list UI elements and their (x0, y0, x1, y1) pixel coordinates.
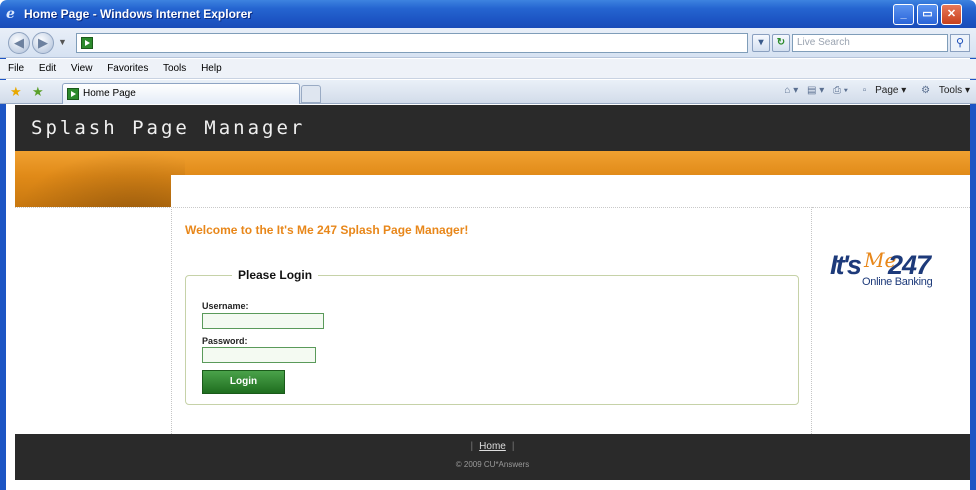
live-search-input[interactable]: Live Search (792, 34, 948, 52)
tab-bar: ★ ★ Home Page ⌂ ▾ ▤ ▾ ⎙ ▾ ▫ Page ▾ ⚙ Too… (0, 80, 976, 104)
logo-tagline: Online Banking (862, 276, 933, 288)
login-fieldset: Please Login Username: Password: Login (185, 268, 799, 405)
window-title: Home Page - Windows Internet Explorer (24, 7, 252, 21)
menu-edit[interactable]: Edit (39, 63, 56, 74)
footer-separator: | (511, 441, 515, 452)
close-button[interactable]: ✕ (941, 4, 962, 25)
page-icon: ▫ (862, 85, 867, 96)
right-column: It's Me 247 Online Banking (812, 207, 970, 434)
welcome-heading: Welcome to the It's Me 247 Splash Page M… (185, 223, 469, 237)
gear-icon: ⚙ (921, 85, 931, 96)
search-icon[interactable]: ⚲ (950, 34, 970, 52)
login-legend: Please Login (232, 268, 319, 282)
window-titlebar: e Home Page - Windows Internet Explorer … (0, 0, 976, 28)
page-footer: | Home | © 2009 CU*Answers (15, 434, 970, 480)
new-tab-button[interactable] (301, 85, 321, 103)
menu-tools[interactable]: Tools (163, 63, 186, 74)
footer-home-link[interactable]: Home (479, 441, 506, 452)
favorites-star-icon[interactable]: ★ (10, 84, 22, 100)
menu-file[interactable]: File (8, 63, 24, 74)
tools-menu-label: Tools (938, 85, 963, 96)
menu-bar: File Edit View Favorites Tools Help (0, 59, 976, 79)
menu-favorites[interactable]: Favorites (107, 63, 148, 74)
logo-its: It's (830, 250, 862, 280)
password-field[interactable] (202, 347, 316, 363)
footer-links: | Home | (15, 441, 970, 452)
page-header: Splash Page Manager (15, 105, 970, 151)
address-input[interactable] (76, 33, 748, 53)
tools-menu-button[interactable]: ⚙ Tools ▾ (915, 85, 970, 96)
command-bar: ⌂ ▾ ▤ ▾ ⎙ ▾ ▫ Page ▾ ⚙ Tools ▾ (778, 85, 970, 96)
left-column (15, 207, 172, 434)
page-title: Splash Page Manager (31, 117, 306, 139)
page-menu-button[interactable]: ▫ Page ▾ (857, 85, 907, 96)
forward-arrow-icon[interactable]: ▶ (32, 32, 54, 54)
tab-home-page[interactable]: Home Page (62, 83, 300, 104)
its-me-247-logo: It's Me 247 Online Banking (830, 248, 945, 292)
print-icon[interactable]: ⎙ ▾ (833, 85, 848, 96)
history-dropdown-icon[interactable]: ▼ (58, 37, 67, 47)
page-favicon-icon (81, 37, 93, 49)
tab-label: Home Page (83, 88, 136, 99)
username-field[interactable] (202, 313, 324, 329)
feeds-icon[interactable]: ▤ ▾ (807, 85, 824, 96)
back-arrow-icon[interactable]: ◀ (8, 32, 30, 54)
tab-favicon-icon (67, 88, 79, 100)
username-label: Username: (202, 301, 249, 311)
footer-copyright: © 2009 CU*Answers (455, 460, 530, 469)
address-dropdown-icon[interactable]: ▾ (752, 34, 770, 52)
banner-swirl-decoration (15, 151, 185, 207)
menu-help[interactable]: Help (201, 63, 222, 74)
add-favorite-icon[interactable]: ★ (32, 84, 44, 100)
login-button[interactable]: Login (202, 370, 285, 394)
minimize-button[interactable]: _ (893, 4, 914, 25)
refresh-icon[interactable]: ↻ (772, 34, 790, 52)
menu-view[interactable]: View (71, 63, 93, 74)
page-menu-label: Page (875, 85, 899, 96)
address-toolbar: ◀ ▶ ▼ ▾ ↻ ✕ Live Search ⚲ (0, 28, 976, 58)
password-label: Password: (202, 336, 248, 346)
ie-logo-icon: e (6, 6, 15, 22)
footer-separator: | (470, 441, 474, 452)
main-column: Welcome to the It's Me 247 Splash Page M… (171, 207, 812, 434)
restore-button[interactable]: ▭ (917, 4, 938, 25)
content-tab-area (171, 175, 970, 207)
home-icon[interactable]: ⌂ ▾ (784, 85, 798, 96)
page-viewport: Splash Page Manager Welcome to the It's … (6, 105, 970, 490)
